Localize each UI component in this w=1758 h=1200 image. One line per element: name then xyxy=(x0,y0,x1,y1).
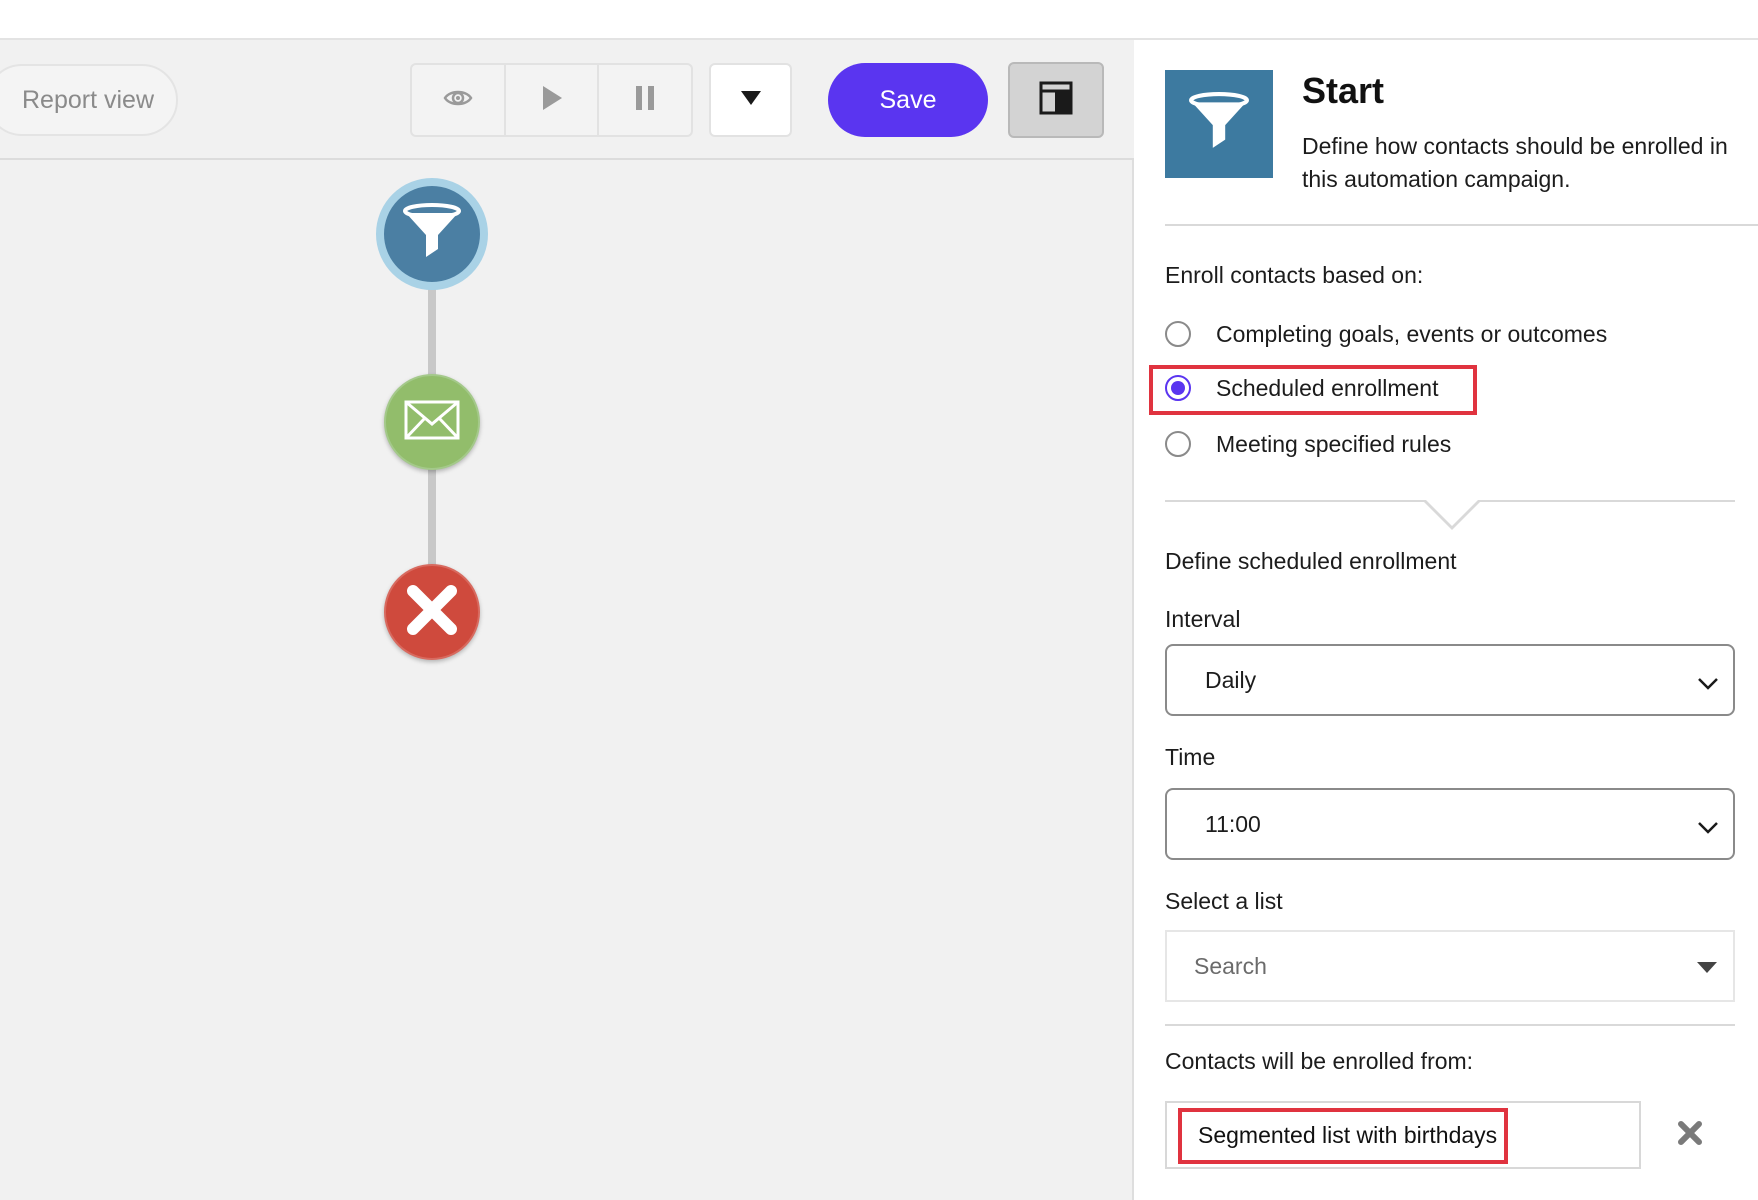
toggle-panel-button[interactable] xyxy=(1008,62,1104,138)
start-settings-panel: Start Define how contacts should be enro… xyxy=(1136,40,1758,1200)
panel-description: Define how contacts should be enrolled i… xyxy=(1302,133,1728,192)
section-pointer xyxy=(1424,500,1480,530)
x-icon xyxy=(407,584,457,640)
eye-icon xyxy=(443,87,473,114)
radio-button[interactable] xyxy=(1165,431,1191,457)
interval-value: Daily xyxy=(1205,666,1257,693)
funnel-icon xyxy=(1188,91,1250,157)
radio-label: Completing goals, events or outcomes xyxy=(1216,320,1608,347)
enrolled-list-field: Segmented list with birthdays xyxy=(1165,1101,1641,1169)
playback-button-group xyxy=(410,63,693,137)
enrolled-list-name: Segmented list with birthdays xyxy=(1198,1121,1498,1148)
time-select[interactable]: 11:00 xyxy=(1165,788,1735,860)
enrolled-from-label: Contacts will be enrolled from: xyxy=(1165,1048,1474,1074)
pause-button[interactable] xyxy=(599,65,691,135)
more-options-button[interactable] xyxy=(709,63,792,137)
chevron-down-icon xyxy=(1697,814,1719,841)
funnel-icon xyxy=(402,202,462,266)
list-search-placeholder: Search xyxy=(1194,952,1267,979)
email-node[interactable] xyxy=(384,374,480,470)
radio-button[interactable] xyxy=(1165,375,1191,401)
enroll-based-on-label: Enroll contacts based on: xyxy=(1165,262,1424,288)
time-value: 11:00 xyxy=(1205,810,1261,837)
radio-button[interactable] xyxy=(1165,321,1191,347)
divider xyxy=(1165,1024,1735,1026)
start-node[interactable] xyxy=(376,178,488,290)
divider xyxy=(1165,224,1758,226)
time-label: Time xyxy=(1165,744,1216,770)
radio-label: Meeting specified rules xyxy=(1216,430,1452,457)
exit-node[interactable] xyxy=(384,564,480,660)
report-view-button[interactable]: Report view xyxy=(0,64,178,136)
schedule-heading: Define scheduled enrollment xyxy=(1165,548,1457,574)
envelope-icon xyxy=(404,400,460,445)
connector-line xyxy=(428,286,436,378)
connector-line xyxy=(428,466,436,568)
pause-icon xyxy=(635,85,655,116)
play-icon xyxy=(541,85,563,116)
radio-goals-events[interactable]: Completing goals, events or outcomes xyxy=(1165,314,1607,354)
canvas-toolbar: Report view Save xyxy=(0,40,1134,160)
start-step-icon xyxy=(1165,70,1273,178)
caret-down-icon xyxy=(1697,962,1717,973)
select-list-label: Select a list xyxy=(1165,888,1283,914)
radio-specified-rules[interactable]: Meeting specified rules xyxy=(1165,424,1451,464)
close-icon xyxy=(1677,1120,1703,1151)
radio-label: Scheduled enrollment xyxy=(1216,374,1439,401)
remove-list-button[interactable] xyxy=(1673,1118,1707,1152)
save-button[interactable]: Save xyxy=(828,63,988,137)
play-button[interactable] xyxy=(506,65,600,135)
caret-down-icon xyxy=(740,90,762,111)
radio-scheduled-enrollment[interactable]: Scheduled enrollment xyxy=(1165,368,1438,408)
panel-layout-icon xyxy=(1039,81,1073,120)
interval-label: Interval xyxy=(1165,606,1241,632)
interval-select[interactable]: Daily xyxy=(1165,644,1735,716)
list-search-select[interactable]: Search xyxy=(1165,930,1735,1002)
top-bar xyxy=(0,0,1758,40)
preview-button[interactable] xyxy=(412,65,506,135)
chevron-down-icon xyxy=(1697,670,1719,697)
panel-title: Start xyxy=(1302,70,1385,111)
workflow-canvas[interactable]: Report view Save xyxy=(0,40,1134,1200)
